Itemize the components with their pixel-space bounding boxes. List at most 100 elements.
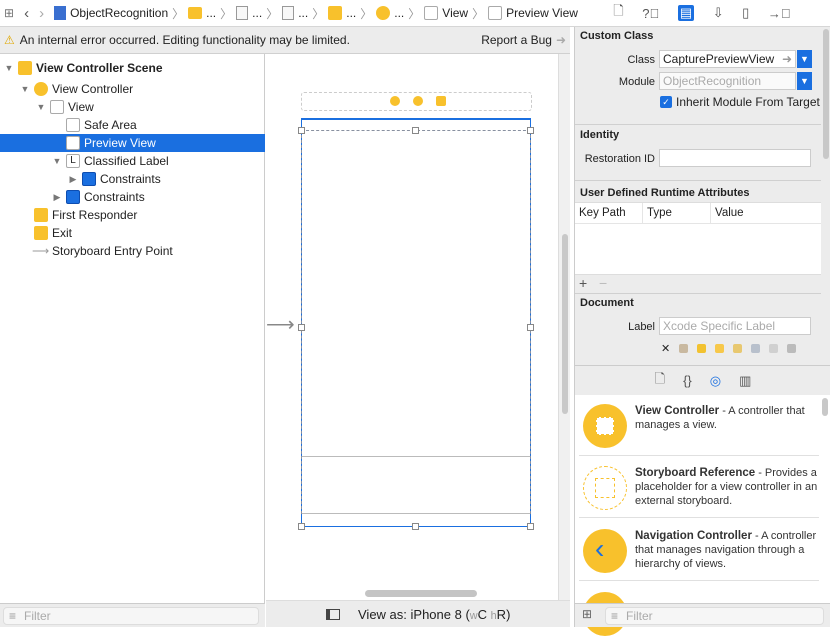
inspector-scrollbar[interactable] (823, 29, 829, 159)
library-scrollbar[interactable] (822, 398, 828, 416)
color-swatch[interactable] (733, 344, 743, 353)
disclosure-open-icon[interactable]: ▼ (4, 63, 14, 73)
class-dropdown-button[interactable]: ▼ (797, 50, 812, 68)
identity-inspector-icon[interactable]: ▤ (677, 5, 695, 21)
color-swatch[interactable] (697, 344, 707, 353)
color-swatch[interactable] (751, 344, 761, 353)
library-item-storyboard-reference[interactable]: Storyboard Reference - Provides a placeh… (579, 458, 819, 518)
color-swatch[interactable] (715, 344, 725, 353)
disclosure-open-icon[interactable]: ▼ (52, 156, 62, 166)
crumb-scene[interactable]: ... (346, 6, 356, 20)
file-icon (236, 6, 249, 20)
disclosure-open-icon[interactable]: ▼ (36, 102, 46, 112)
canvas-horizontal-scrollbar[interactable] (365, 590, 477, 597)
restoration-id-field[interactable] (659, 149, 811, 167)
view-controller-icon (583, 404, 627, 448)
arrow-circle-icon: ➜ (555, 33, 566, 47)
go-arrow-icon[interactable]: ➜ (782, 51, 792, 67)
outline-item-entry-point[interactable]: ⟶ Storyboard Entry Point (0, 242, 265, 260)
runtime-attributes-table[interactable]: Key Path Type Value (575, 202, 821, 275)
grid-icon[interactable]: ⊞ (4, 6, 14, 20)
project-icon (54, 6, 67, 20)
disclosure-open-icon[interactable]: ▼ (20, 84, 30, 94)
outline-item-constraints[interactable]: ▶ Constraints (0, 188, 265, 206)
first-responder-icon[interactable] (413, 96, 423, 106)
entry-point-arrow-icon[interactable]: ⟶ (266, 312, 295, 337)
add-attribute-button[interactable]: + (579, 275, 587, 291)
exit-icon[interactable] (436, 96, 446, 106)
section-document: Document (580, 297, 634, 309)
forward-icon[interactable]: › (39, 5, 44, 22)
resize-handle[interactable] (298, 127, 305, 134)
media-library-icon[interactable]: ▥ (739, 373, 751, 389)
outline-label: Exit (52, 226, 73, 240)
disclosure-closed-icon[interactable]: ▶ (68, 174, 78, 185)
outline-item-scene[interactable]: ▼ View Controller Scene (0, 59, 265, 77)
resize-handle[interactable] (527, 127, 534, 134)
outline-item-label-constraints[interactable]: ▶ Constraints (0, 170, 265, 188)
outline-item-safe-area[interactable]: Safe Area (0, 116, 265, 134)
crumb-project[interactable]: ObjectRecognition (70, 6, 168, 20)
crumb-folder[interactable]: ... (206, 6, 216, 20)
outline-item-first-responder[interactable]: First Responder (0, 206, 265, 224)
outline-item-classified-label[interactable]: ▼ L Classified Label (0, 152, 265, 170)
resize-handle[interactable] (298, 324, 305, 331)
crumb-storyboard[interactable]: ... (298, 6, 308, 20)
view-controller-icon[interactable] (390, 96, 400, 106)
classified-label[interactable] (302, 456, 530, 514)
module-dropdown-button[interactable]: ▼ (797, 72, 812, 90)
size-inspector-icon[interactable]: ▯ (742, 5, 749, 21)
color-swatch[interactable] (787, 344, 797, 353)
outline-label: Preview View (84, 136, 156, 150)
file-inspector-icon[interactable]: 🗋 (613, 2, 623, 24)
outline-item-view[interactable]: ▼ View (0, 98, 265, 116)
remove-attribute-button[interactable]: − (599, 275, 607, 291)
disclosure-closed-icon[interactable]: ▶ (52, 192, 62, 203)
resize-handle[interactable] (298, 523, 305, 530)
attributes-inspector-icon[interactable]: ⇩ (713, 5, 724, 21)
inherit-module-checkbox[interactable]: ✓ Inherit Module From Target (660, 95, 820, 109)
clear-color-button[interactable]: ✕ (661, 342, 670, 355)
class-field[interactable]: CapturePreviewView ➜ (659, 50, 796, 68)
library-item-navigation-controller[interactable]: ‹ Navigation Controller - A controller t… (579, 521, 819, 581)
crumb-file[interactable]: ... (252, 6, 262, 20)
braces-icon[interactable]: {} (683, 373, 692, 388)
outline-filter-bar: Filter (0, 603, 265, 627)
color-swatch[interactable] (769, 344, 779, 353)
storyboard-canvas[interactable]: ⟶ (266, 54, 558, 600)
connections-inspector-icon[interactable]: →⃝ (768, 6, 791, 21)
back-icon[interactable]: ‹ (24, 5, 29, 22)
doc-label-field[interactable]: Xcode Specific Label (659, 317, 811, 335)
resize-handle[interactable] (412, 127, 419, 134)
crumb-preview-view[interactable]: Preview View (506, 6, 578, 20)
report-bug-button[interactable]: Report a Bug ➜ (481, 33, 566, 47)
crumb-view[interactable]: View (442, 6, 468, 20)
canvas-vertical-scrollbar[interactable] (558, 54, 570, 600)
column-value[interactable]: Value (711, 203, 744, 223)
grid-view-icon[interactable]: ⊞ (582, 607, 592, 621)
object-library: 🗋 {} ◎ ▥ View Controller - A controller … (574, 365, 830, 636)
library-item-view-controller[interactable]: View Controller - A controller that mana… (579, 396, 819, 456)
doc-label-label: Label (628, 321, 655, 333)
color-swatch[interactable] (679, 344, 689, 353)
crumb-vc[interactable]: ... (394, 6, 404, 20)
view-as-button[interactable]: View as: iPhone 8 (wC hR) (358, 607, 510, 622)
object-library-icon[interactable]: ◎ (710, 373, 721, 389)
file-template-icon[interactable]: 🗋 (655, 370, 665, 392)
resize-handle[interactable] (527, 523, 534, 530)
item-title: Storyboard Reference (635, 467, 756, 479)
outline-item-exit[interactable]: Exit (0, 224, 265, 242)
library-filter-input[interactable]: Filter (605, 607, 824, 625)
column-type[interactable]: Type (643, 203, 711, 223)
outline-item-preview-view[interactable]: Preview View (0, 134, 265, 152)
warning-bar: ⚠ An internal error occurred. Editing fu… (0, 27, 570, 54)
item-title: View Controller (635, 405, 720, 417)
resize-handle[interactable] (527, 324, 534, 331)
outline-item-view-controller[interactable]: ▼ View Controller (0, 80, 265, 98)
help-icon[interactable]: ?⃝ (642, 6, 659, 21)
outline-filter-input[interactable]: Filter (3, 607, 259, 625)
column-key-path[interactable]: Key Path (575, 203, 643, 223)
resize-handle[interactable] (412, 523, 419, 530)
toggle-outline-icon[interactable] (326, 608, 340, 620)
module-field[interactable]: ObjectRecognition (659, 72, 796, 90)
